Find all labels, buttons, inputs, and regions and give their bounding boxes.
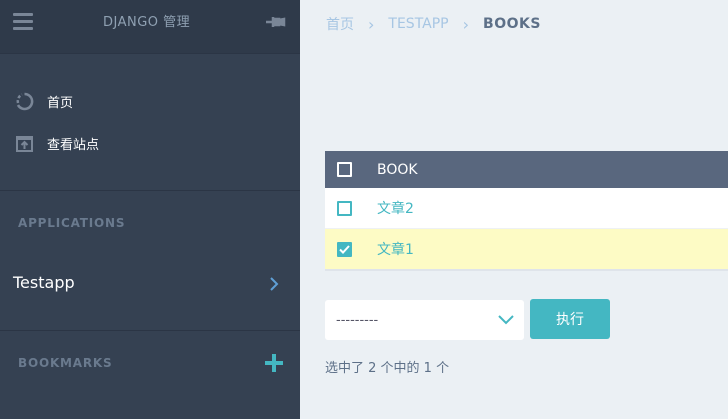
sidebar: DJANGO 管理 首页 查看站点 APPLICATIONS Testapp B [0,0,300,419]
row-checkbox[interactable] [336,200,352,216]
sidebar-divider [0,190,300,191]
chevron-down-icon [498,315,514,325]
action-select-value: --------- [336,313,379,328]
breadcrumb-app[interactable]: TESTAPP [388,16,448,32]
results-table: BOOK 文章2 文章1 [325,151,728,271]
book-link[interactable]: 文章1 [377,239,414,259]
table-row: 文章2 [325,188,728,229]
dashboard-icon [14,91,34,111]
bookmarks-section-title: BOOKMARKS [18,356,113,370]
pin-icon[interactable] [264,14,286,30]
sidebar-item-testapp[interactable]: Testapp [13,273,75,292]
checkmark-icon [338,244,350,254]
sidebar-item-label: 查看站点 [47,137,100,153]
row-checkbox-checked[interactable] [336,241,352,257]
sidebar-header: DJANGO 管理 [0,0,300,54]
breadcrumb-separator-icon: › [462,14,470,34]
add-bookmark-icon[interactable] [263,352,285,374]
applications-section-title: APPLICATIONS [18,216,126,230]
go-button[interactable]: 执行 [530,299,610,339]
breadcrumb-home[interactable]: 首页 [326,14,354,34]
sidebar-item-view-site[interactable]: 查看站点 [14,132,99,154]
book-link[interactable]: 文章2 [377,198,414,218]
sidebar-item-home[interactable]: 首页 [14,90,73,112]
chevron-right-icon[interactable] [268,276,280,292]
sidebar-item-label: 首页 [47,95,74,111]
table-header-row: BOOK [325,151,728,188]
table-row-selected: 文章1 [325,229,728,271]
select-all-checkbox[interactable] [336,162,352,177]
hamburger-menu-icon[interactable] [13,13,33,31]
open-in-new-icon [14,133,34,153]
breadcrumb-current: BOOKS [483,16,541,32]
selection-counter: 选中了 2 个中的 1 个 [325,361,450,376]
column-header-book[interactable]: BOOK [377,162,418,178]
sidebar-divider [0,330,300,331]
breadcrumb-separator-icon: › [368,14,375,34]
action-select[interactable]: --------- [325,300,524,340]
breadcrumb: 首页 › TESTAPP › BOOKS [326,14,541,34]
app-title: DJANGO 管理 [103,15,191,30]
